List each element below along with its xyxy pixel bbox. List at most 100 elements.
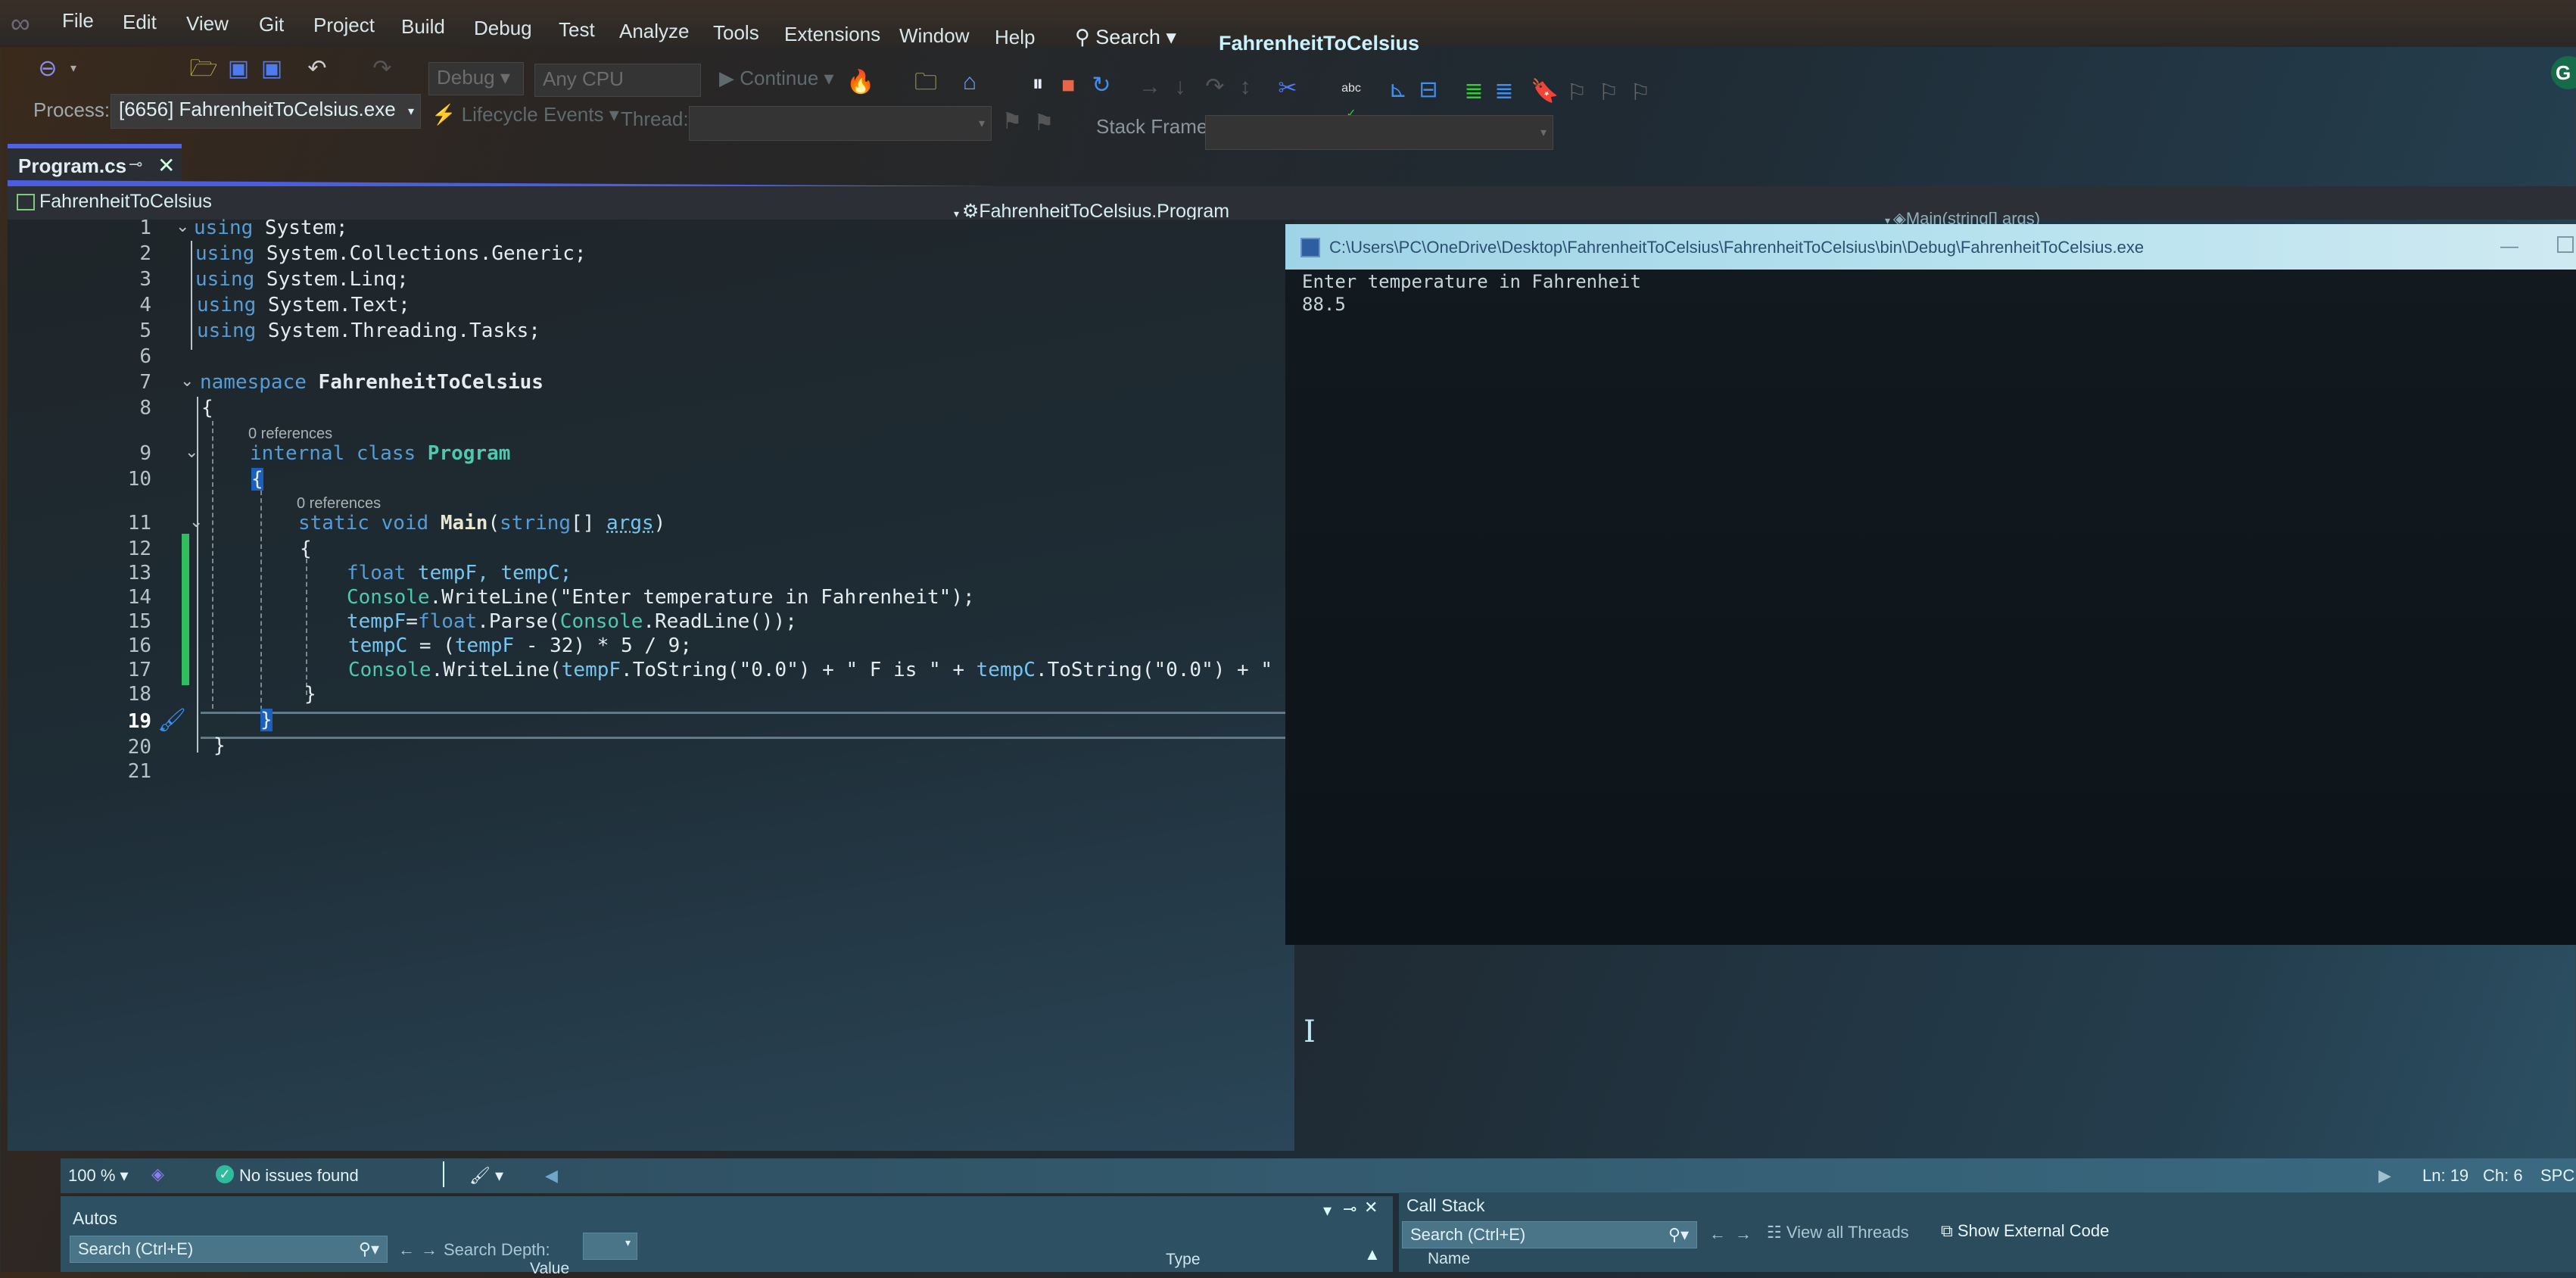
menu-edit[interactable]: Edit [123, 11, 157, 34]
menu-test[interactable]: Test [559, 18, 595, 42]
window-options-icon[interactable]: ▾ [1323, 1201, 1332, 1220]
console-app-icon [1300, 238, 1320, 257]
navigate-back-icon[interactable]: ⊖ [33, 56, 62, 82]
code-line-14: Console.WriteLine("Enter temperature in … [347, 586, 975, 609]
scroll-up-icon[interactable]: ▲ [1364, 1245, 1381, 1264]
scroll-left-icon[interactable]: ◀ [545, 1166, 558, 1186]
show-external-code-button[interactable]: ⧉ Show External Code [1941, 1221, 2109, 1241]
collapse-icon[interactable]: ⌄ [176, 217, 189, 236]
close-icon[interactable]: ✕ [157, 153, 175, 178]
issues-status[interactable]: No issues found [239, 1166, 359, 1186]
console-input-line[interactable]: 88.5 [1302, 294, 1346, 315]
search-forward-icon[interactable]: → [421, 1240, 438, 1260]
save-all-icon[interactable]: ▣ [257, 56, 286, 82]
thread-label: Thread: [621, 108, 689, 130]
code-line-3: using System.Linq; [195, 268, 409, 291]
search-back-icon[interactable]: ← [1709, 1224, 1726, 1244]
editor-status-strip: 100 % ▾ ◈ ✓ No issues found 🖌 ▾ ◀ ▶ Ln: … [61, 1158, 2576, 1193]
continue-button[interactable]: ▶ Continue ▾ [719, 67, 834, 90]
pin-icon[interactable]: ⊸ [1343, 1199, 1357, 1219]
pause-icon[interactable]: ⏸ [1023, 71, 1052, 97]
code-line-19: } [260, 709, 273, 731]
code-line-15: tempF=float.Parse(Console.ReadLine()); [347, 610, 797, 633]
maximize-icon[interactable] [2557, 236, 2574, 253]
thread-dropdown[interactable]: ▾ [689, 106, 992, 141]
code-line-4: using System.Text; [197, 294, 410, 316]
line-indicator: Ln: 19 [2422, 1166, 2469, 1185]
indent-guide [212, 421, 213, 709]
search-icon: ⚲▾ [1668, 1225, 1689, 1244]
menu-window[interactable]: Window [899, 24, 969, 48]
visual-studio-logo-icon: ∞ [11, 8, 30, 39]
menu-git[interactable]: Git [259, 13, 284, 36]
menu-help[interactable]: Help [995, 26, 1035, 49]
platform-dropdown[interactable]: Any CPU [534, 64, 701, 97]
open-folder-icon[interactable]: 🗁 [189, 56, 218, 82]
menu-file[interactable]: File [62, 9, 94, 33]
stack-frame-dropdown[interactable]: ▾ [1205, 115, 1553, 150]
class-icon: ⚙ [961, 201, 980, 222]
save-icon[interactable]: ▣ [224, 56, 253, 82]
menu-extensions[interactable]: Extensions [784, 23, 880, 46]
chevron-down-icon[interactable]: ▾ [59, 56, 88, 82]
code-line-1: using System; [194, 217, 348, 239]
menu-build[interactable]: Build [401, 15, 445, 39]
line-number: 14 [127, 586, 151, 609]
codelens-references[interactable]: 0 references [297, 495, 381, 513]
search-button[interactable]: ⚲ Search ▾ [1075, 26, 1176, 49]
search-forward-icon[interactable]: → [1735, 1224, 1752, 1244]
line-number: 11 [127, 512, 151, 535]
configuration-dropdown[interactable]: Debug ▾ [428, 62, 524, 95]
scroll-right-icon[interactable]: ▶ [2378, 1166, 2391, 1186]
redo-icon[interactable]: ↷ [368, 56, 397, 82]
line-number-current: 19 [127, 710, 151, 733]
process-label: Process: [33, 98, 111, 121]
console-titlebar[interactable]: C:\Users\PC\OneDrive\Desktop\FahrenheitT… [1285, 224, 2576, 270]
navigation-bar: FahrenheitToCelsius ▾ ⚙FahrenheitToCelsi… [8, 186, 2576, 228]
menu-view[interactable]: View [186, 12, 229, 36]
pin-icon[interactable]: ⊸ [129, 154, 142, 174]
code-editor[interactable] [8, 220, 1294, 1151]
minimize-icon[interactable]: — [2500, 236, 2518, 257]
solution-explorer-icon[interactable]: 🗀 [911, 70, 940, 95]
debug-location-toolbar: Process: [6656] FahrenheitToCelsius.exe ▾… [0, 94, 2576, 150]
line-number: 6 [139, 345, 151, 368]
menu-project[interactable]: Project [313, 14, 375, 37]
hot-reload-icon[interactable]: 🔥 [846, 70, 875, 95]
close-icon[interactable]: ✕ [1364, 1198, 1378, 1217]
line-number: 18 [127, 683, 151, 706]
menu-analyze[interactable]: Analyze [619, 20, 690, 43]
process-dropdown[interactable]: [6656] FahrenheitToCelsius.exe ▾ [111, 94, 421, 129]
search-depth-dropdown[interactable]: ▾ [583, 1233, 637, 1260]
autos-search-input[interactable]: Search (Ctrl+E) ⚲▾ [70, 1236, 388, 1263]
console-window[interactable]: C:\Users\PC\OneDrive\Desktop\FahrenheitT… [1285, 224, 2576, 945]
quick-actions-brush-icon[interactable]: 🖌 [157, 707, 186, 734]
column-header-type[interactable]: Type [1166, 1251, 1201, 1269]
view-all-threads-button[interactable]: ☷ View all Threads [1767, 1223, 1909, 1242]
menu-debug[interactable]: Debug [474, 17, 532, 40]
check-circle-icon: ✓ [216, 1165, 234, 1183]
char-indicator: Ch: 6 [2483, 1166, 2523, 1185]
collapse-icon[interactable]: ⌄ [180, 371, 194, 391]
zoom-level-dropdown[interactable]: 100 % ▾ [68, 1166, 129, 1186]
flag-icon[interactable]: ⚑ [998, 109, 1026, 135]
search-back-icon[interactable]: ← [398, 1240, 415, 1260]
mouse-ibeam-cursor-icon: I [1304, 1015, 1316, 1049]
call-stack-panel: Call Stack Search (Ctrl+E) ⚲▾ ← → ☷ View … [1399, 1192, 2576, 1272]
tab-label: Program.cs [18, 154, 127, 177]
copilot-icon[interactable]: ◈ [151, 1164, 164, 1184]
call-stack-search-input[interactable]: Search (Ctrl+E) ⚲▾ [1402, 1221, 1697, 1248]
line-number: 8 [139, 397, 151, 419]
code-line-13: float tempF, tempC; [347, 562, 572, 584]
project-dropdown[interactable]: FahrenheitToCelsius [17, 191, 212, 213]
lifecycle-events-button[interactable]: ⚡ Lifecycle Events ▾ [431, 103, 619, 126]
codelens-references[interactable]: 0 references [248, 425, 332, 443]
menu-tools[interactable]: Tools [713, 21, 759, 45]
flag-threads-icon[interactable]: ⚑ [1029, 111, 1058, 136]
window-layout-icon[interactable]: ⌂ [955, 70, 984, 95]
column-header-value[interactable]: Value [530, 1260, 569, 1278]
undo-icon[interactable]: ↶ [303, 56, 332, 82]
column-header-name[interactable]: Name [1428, 1250, 1470, 1268]
code-cleanup-icon[interactable]: 🖌 ▾ [469, 1166, 503, 1186]
line-number: 12 [127, 538, 151, 560]
